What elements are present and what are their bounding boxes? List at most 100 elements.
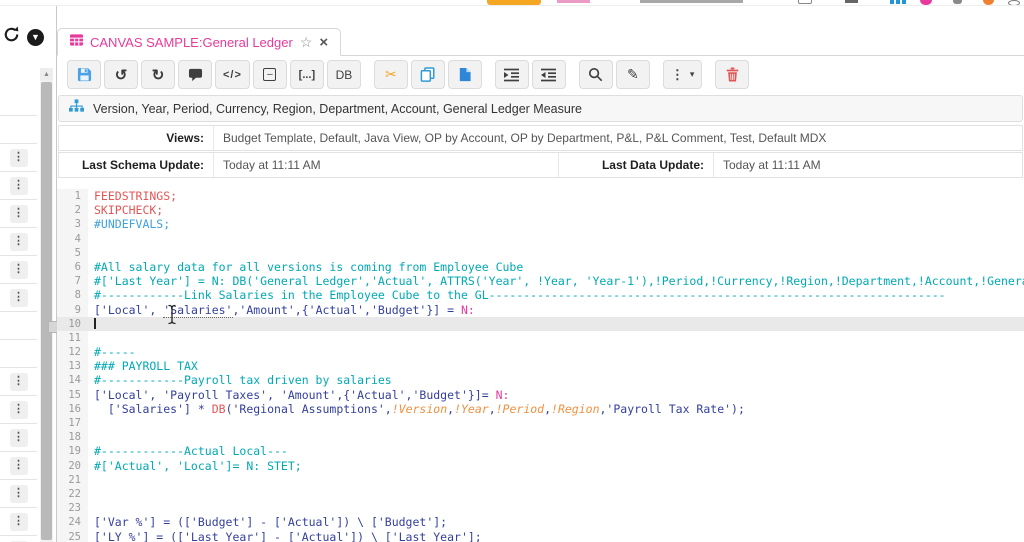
code-text[interactable]: #UNDEFVALS; [88,217,170,231]
code-line[interactable]: 2SKIPCHECK; [57,203,1024,217]
rail-row [0,116,37,144]
code-line[interactable]: 14#------------Payroll tax driven by sal… [57,373,1024,387]
code-line[interactable]: 9['Local', 'Salaries','Amount',{'Actual'… [57,303,1024,317]
dimensions-bar[interactable]: Version, Year, Period, Currency, Region,… [58,95,1023,122]
drag-handle-icon[interactable]: ⋮ [10,485,28,503]
drag-handle-icon[interactable]: ⋮ [10,149,28,167]
code-line[interactable]: 16 ['Salaries'] * DB('Regional Assumptio… [57,402,1024,416]
drag-handle-icon[interactable]: ⋮ [10,513,28,531]
more-options-button[interactable]: ⋮▾ [663,60,703,89]
code-line[interactable]: 18 [57,430,1024,444]
favorite-star-icon[interactable]: ☆ [300,34,313,51]
drag-handle-icon[interactable]: ⋮ [10,401,28,419]
code-line[interactable]: 1FEEDSTRINGS; [57,189,1024,203]
code-line[interactable]: 5 [57,246,1024,260]
code-text[interactable] [88,317,96,331]
code-text[interactable] [88,331,94,345]
code-line[interactable]: 11 [57,331,1024,345]
code-text[interactable]: #------------Payroll tax driven by salar… [88,373,392,387]
rail-row: ⋮ [0,200,37,228]
code-text[interactable] [88,246,94,260]
code-line[interactable]: 19#------------Actual Local--- [57,444,1024,458]
tab-bar: CANVAS SAMPLE:General Ledger ☆ × [57,6,1024,56]
code-line[interactable]: 21 [57,473,1024,487]
indent-button[interactable] [495,60,529,89]
code-text[interactable]: #------------Link Salaries in the Employ… [88,288,946,302]
paste-button[interactable] [448,60,482,89]
rail-row: ⋮ [0,536,37,542]
code-text[interactable]: #['Last Year'] = N: DB('General Ledger',… [88,274,1024,288]
drag-handle-icon[interactable]: ⋮ [10,233,28,251]
edit-button[interactable]: ✎ [616,60,650,89]
code-text[interactable]: ['Salaries'] * DB('Regional Assumptions'… [88,402,745,416]
redo-button[interactable]: ↻ [141,60,175,89]
drag-handle-icon[interactable]: ⋮ [10,261,28,279]
code-line[interactable]: 22 [57,487,1024,501]
collapse-circle-icon[interactable]: ▼ [27,29,44,46]
code-text[interactable]: #All salary data for all versions is com… [88,260,523,274]
refresh-icon[interactable] [3,26,20,48]
code-line[interactable]: 13### PAYROLL TAX [57,359,1024,373]
code-text[interactable]: #['Actual', 'Local']= N: STET; [88,459,302,473]
code-text[interactable] [88,232,94,246]
brackets-button[interactable]: [...] [290,60,324,89]
code-line[interactable]: 3#UNDEFVALS; [57,217,1024,231]
delete-button[interactable] [715,60,749,89]
code-text[interactable]: ### PAYROLL TAX [88,359,198,373]
code-line[interactable]: 4 [57,232,1024,246]
db-function-button[interactable]: DB [327,60,361,89]
views-value: Budget Template, Default, Java View, OP … [214,126,1022,150]
cut-button[interactable]: ✂ [374,60,408,89]
code-text[interactable] [88,487,94,501]
tab-close-icon[interactable]: × [319,35,328,50]
code-text[interactable]: ['Local', 'Salaries','Amount',{'Actual',… [88,303,475,317]
code-text[interactable]: ['Var %'] = (['Budget'] - ['Actual']) \ … [88,515,447,529]
code-text[interactable]: ['Local', 'Payroll Taxes', 'Amount',{'Ac… [88,388,509,402]
code-line[interactable]: 25['LY %'] = (['Last Year'] - ['Actual']… [57,530,1024,542]
rail-scrollbar[interactable]: ▲ [40,68,53,542]
collapse-block-button[interactable]: – [253,60,287,89]
code-line[interactable]: 15['Local', 'Payroll Taxes', 'Amount',{'… [57,388,1024,402]
drag-handle-icon[interactable]: ⋮ [10,429,28,447]
code-text[interactable] [88,501,94,515]
code-line[interactable]: 12#----- [57,345,1024,359]
tab-general-ledger[interactable]: CANVAS SAMPLE:General Ledger ☆ × [57,28,341,56]
code-line[interactable]: 24['Var %'] = (['Budget'] - ['Actual']) … [57,515,1024,529]
code-text[interactable]: #------------Actual Local--- [88,444,288,458]
code-text[interactable]: #----- [88,345,136,359]
code-text[interactable]: FEEDSTRINGS; [88,189,177,203]
undo-button[interactable]: ↺ [104,60,138,89]
line-number: 1 [57,189,88,203]
code-text[interactable]: SKIPCHECK; [88,203,163,217]
code-text[interactable]: ['LY %'] = (['Last Year'] - ['Actual']) … [88,530,482,542]
drag-handle-icon[interactable]: ⋮ [10,373,28,391]
code-text[interactable] [88,473,94,487]
code-line[interactable]: 6#All salary data for all versions is co… [57,260,1024,274]
drag-handle-icon[interactable]: ⋮ [10,289,28,307]
save-button[interactable] [67,60,101,89]
code-text[interactable] [88,430,94,444]
code-line[interactable]: 7#['Last Year'] = N: DB('General Ledger'… [57,274,1024,288]
search-button[interactable] [579,60,613,89]
outdent-button[interactable] [532,60,566,89]
code-line[interactable]: 17 [57,416,1024,430]
line-number: 16 [57,402,88,416]
drag-handle-icon[interactable]: ⋮ [10,457,28,475]
code-view-button[interactable]: </> [215,60,250,89]
comment-button[interactable] [178,60,212,89]
code-line[interactable]: 8#------------Link Salaries in the Emplo… [57,288,1024,302]
scroll-up-arrow-icon[interactable]: ▲ [40,68,53,80]
code-text[interactable] [88,416,94,430]
line-number: 13 [57,359,88,373]
scrollbar-thumb[interactable] [41,82,52,540]
code-line[interactable]: 20#['Actual', 'Local']= N: STET; [57,459,1024,473]
code-line[interactable]: 10 [57,317,1024,331]
code-editor[interactable]: 1FEEDSTRINGS;2SKIPCHECK;3#UNDEFVALS;456#… [57,178,1024,542]
drag-handle-icon[interactable]: ⋮ [10,205,28,223]
copy-button[interactable] [411,60,445,89]
line-number: 5 [57,246,88,260]
paste-icon [457,67,472,82]
drag-handle-icon[interactable]: ⋮ [10,177,28,195]
code-line[interactable]: 23 [57,501,1024,515]
line-number: 4 [57,232,88,246]
